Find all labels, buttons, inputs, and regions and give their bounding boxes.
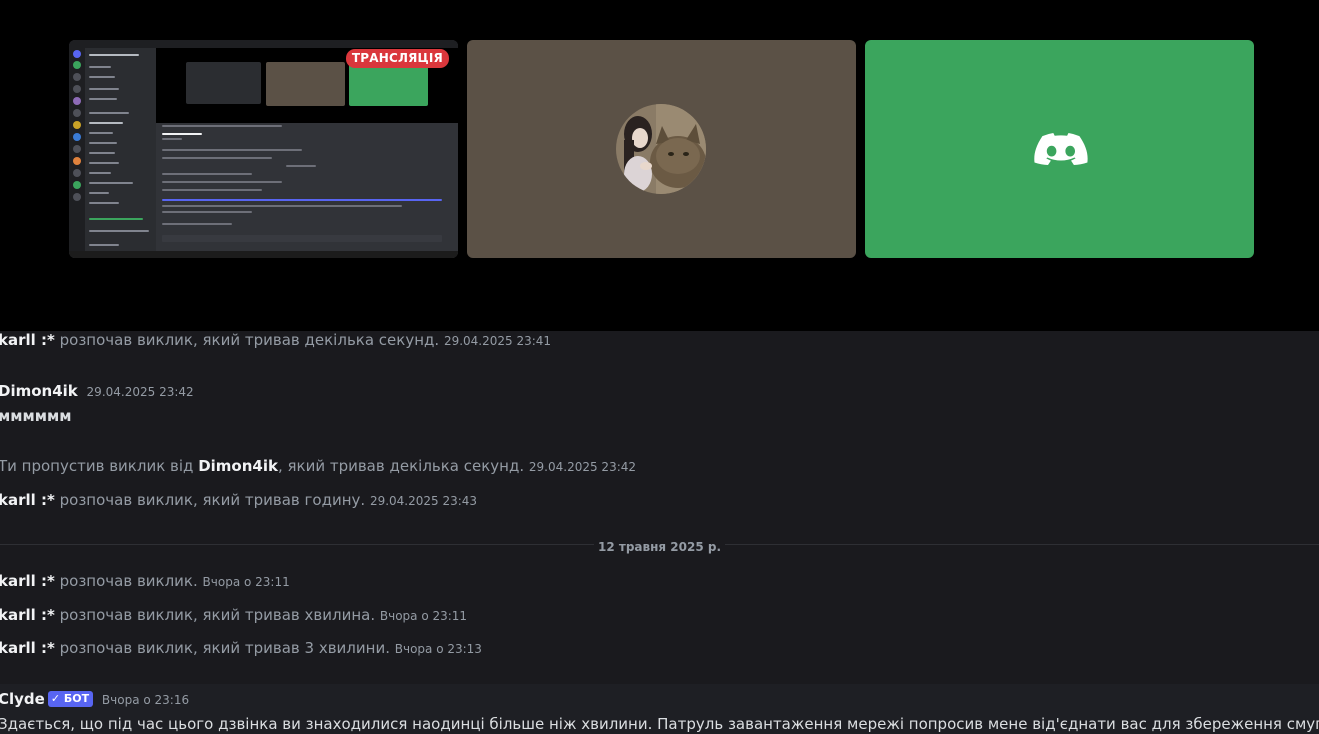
call-video-grid: ТРАНСЛЯЦІЯ <box>0 0 1319 331</box>
participant-tile[interactable] <box>467 40 856 258</box>
message-body: мммммм <box>0 407 72 425</box>
avatar <box>616 104 706 194</box>
message-timestamp[interactable]: 29.04.2025 23:42 <box>529 460 636 474</box>
message-timestamp[interactable]: 29.04.2025 23:41 <box>444 334 551 348</box>
system-message: karll :* розпочав виклик, який тривав 3 … <box>0 639 482 658</box>
message-text: розпочав виклик, який тривав годину. <box>59 491 366 509</box>
message-author[interactable]: Dimon4ik <box>198 457 278 475</box>
message-author[interactable]: Clyde <box>0 690 45 708</box>
chat-log: karll :* розпочав виклик, який тривав де… <box>0 331 1319 734</box>
message-author[interactable]: karll :* <box>0 331 55 349</box>
message-timestamp[interactable]: Вчора о 23:11 <box>203 575 290 589</box>
participant-tile-discord[interactable] <box>865 40 1254 258</box>
bot-badge-label: БОТ <box>63 692 90 705</box>
date-divider-label: 12 травня 2025 р. <box>593 540 725 554</box>
system-message: karll :* розпочав виклик, який тривав хв… <box>0 606 467 625</box>
message-author[interactable]: karll :* <box>0 491 55 509</box>
system-message: karll :* розпочав виклик, який тривав го… <box>0 491 477 510</box>
message-author[interactable]: Dimon4ik <box>0 382 78 400</box>
message-author[interactable]: karll :* <box>0 572 55 590</box>
system-message: Ти пропустив виклик від Dimon4ik, який т… <box>0 457 636 476</box>
message-author[interactable]: karll :* <box>0 606 55 624</box>
message-text: , який тривав декілька секунд. <box>277 457 525 475</box>
check-icon: ✓ <box>50 692 64 705</box>
message-author[interactable]: karll :* <box>0 639 55 657</box>
message-text: розпочав виклик, який тривав 3 хвилини. <box>59 639 390 657</box>
message-timestamp[interactable]: 29.04.2025 23:43 <box>370 494 477 508</box>
message-text: Ти пропустив виклик від <box>0 457 194 475</box>
message-header: Dimon4ik 29.04.2025 23:42 <box>0 382 194 401</box>
discord-logo-icon <box>1034 133 1088 165</box>
system-message: karll :* розпочав виклик. Вчора о 23:11 <box>0 572 290 591</box>
message-timestamp[interactable]: 29.04.2025 23:42 <box>87 385 194 399</box>
message-header: Clyde ✓ БОТ Вчора о 23:16 <box>0 690 189 709</box>
system-message: karll :* розпочав виклик, який тривав де… <box>0 331 551 350</box>
message-body: Здається, що під час цього дзвінка ви зн… <box>0 715 1319 733</box>
message-text: розпочав виклик, який тривав хвилина. <box>59 606 376 624</box>
message-text: розпочав виклик. <box>59 572 198 590</box>
bot-badge: ✓ БОТ <box>47 691 94 707</box>
live-badge: ТРАНСЛЯЦІЯ <box>345 49 449 68</box>
stream-preview <box>69 40 458 258</box>
message-timestamp[interactable]: Вчора о 23:16 <box>102 693 189 707</box>
message-timestamp[interactable]: Вчора о 23:11 <box>380 609 467 623</box>
message-timestamp[interactable]: Вчора о 23:13 <box>395 642 482 656</box>
screen-share-tile[interactable]: ТРАНСЛЯЦІЯ <box>69 40 458 258</box>
message-text: розпочав виклик, який тривав декілька се… <box>59 331 440 349</box>
